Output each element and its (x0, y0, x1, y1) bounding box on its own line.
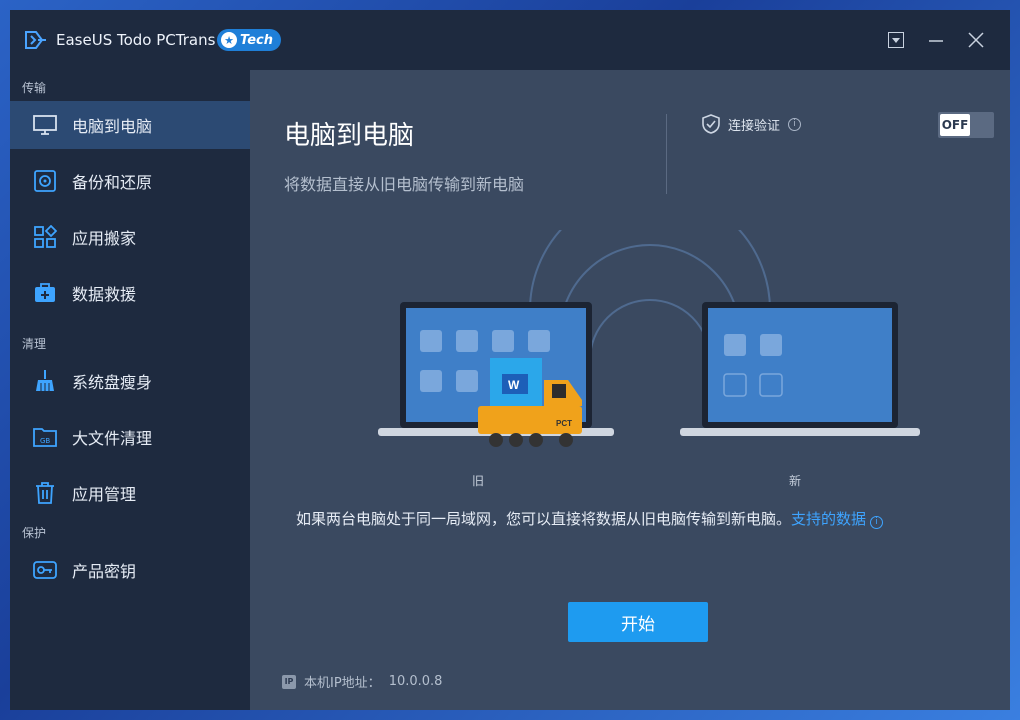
sidebar-item-label: 电脑到电脑 (72, 117, 153, 136)
sidebar-item-large-file-cleanup[interactable]: GB 大文件清理 (10, 413, 250, 461)
backup-icon (32, 168, 58, 194)
app-title: EaseUS Todo PCTrans (56, 31, 216, 49)
folder-gb-icon: GB (32, 424, 58, 450)
sidebar: 传输 电脑到电脑 备份和还原 应用搬家 数据救援 清理 系统盘瘦身 GB 大文件… (10, 70, 250, 710)
app-window: EaseUS Todo PCTrans ★ Tech 传输 电脑到电脑 备份和还… (10, 10, 1010, 710)
sidebar-item-label: 系统盘瘦身 (72, 373, 153, 392)
shield-icon (702, 114, 720, 134)
sidebar-item-label: 数据救援 (72, 285, 137, 304)
badge-label: Tech (240, 32, 273, 48)
monitor-icon (32, 112, 58, 138)
sidebar-item-app-migration[interactable]: 应用搬家 (10, 213, 250, 261)
close-icon (968, 32, 984, 48)
main-panel: 电脑到电脑 将数据直接从旧电脑传输到新电脑 连接验证 i OFF W PCT 旧… (250, 70, 1010, 710)
easeus-logo-icon (25, 31, 46, 49)
connection-verify: 连接验证 i (702, 114, 802, 134)
dropdown-icon (888, 32, 904, 48)
verify-label: 连接验证 (728, 118, 781, 134)
sidebar-item-label: 备份和还原 (72, 173, 153, 192)
new-pc-label: 新 (789, 474, 802, 488)
apps-icon (32, 224, 58, 250)
page-subtitle: 将数据直接从旧电脑传输到新电脑 (284, 175, 525, 194)
section-label-transfer: 传输 (22, 81, 47, 95)
info-icon[interactable]: i (788, 117, 802, 131)
ip-value: 10.0.0.8 (388, 674, 443, 689)
sidebar-item-data-rescue[interactable]: 数据救援 (10, 269, 250, 317)
dropdown-menu-button[interactable] (884, 28, 908, 52)
truck-label: PCT (556, 419, 572, 428)
minimize-icon (929, 40, 943, 42)
sidebar-item-label: 应用搬家 (72, 229, 137, 248)
section-label-protect: 保护 (22, 526, 47, 540)
transfer-illustration: W PCT (378, 230, 920, 447)
page-title: 电脑到电脑 (284, 121, 415, 151)
sidebar-item-system-slim[interactable]: 系统盘瘦身 (10, 357, 250, 405)
sidebar-item-label: 大文件清理 (72, 429, 153, 448)
sidebar-item-label: 应用管理 (72, 485, 137, 504)
svg-text:GB: GB (40, 437, 50, 445)
sidebar-item-app-management[interactable]: 应用管理 (10, 469, 250, 517)
close-button[interactable] (964, 28, 988, 52)
sidebar-item-label: 产品密钥 (72, 562, 137, 581)
description: 如果两台电脑处于同一局域网，您可以直接将数据从旧电脑传输到新电脑。支持的数据 i (296, 508, 884, 529)
supported-data-link[interactable]: 支持的数据 (791, 510, 866, 528)
info-icon[interactable]: i (870, 515, 884, 529)
sidebar-item-product-key[interactable]: 产品密钥 (10, 546, 250, 594)
start-button[interactable]: 开始 (568, 602, 708, 642)
new-laptop-icon (680, 302, 920, 436)
rescue-icon (32, 280, 58, 306)
minimize-button[interactable] (924, 28, 948, 52)
ip-address: IP 本机IP地址： 10.0.0.8 (282, 672, 442, 691)
tech-badge: ★ Tech (217, 29, 281, 51)
old-pc-label: 旧 (472, 474, 485, 488)
key-icon (32, 557, 58, 583)
ip-icon: IP (282, 674, 296, 689)
broom-icon (32, 368, 58, 394)
description-text: 如果两台电脑处于同一局域网，您可以直接将数据从旧电脑传输到新电脑。 (296, 510, 792, 528)
trash-icon (32, 480, 58, 506)
star-icon: ★ (221, 32, 237, 48)
svg-text:W: W (508, 378, 520, 392)
sidebar-item-pc-to-pc[interactable]: 电脑到电脑 (10, 101, 250, 149)
vertical-divider (666, 114, 667, 194)
title-bar: EaseUS Todo PCTrans ★ Tech (10, 10, 1010, 70)
toggle-state: OFF (940, 114, 970, 136)
verify-toggle[interactable]: OFF (938, 112, 994, 138)
sidebar-item-backup-restore[interactable]: 备份和还原 (10, 157, 250, 205)
section-label-cleanup: 清理 (22, 337, 47, 351)
ip-label: 本机IP地址： (304, 676, 381, 691)
